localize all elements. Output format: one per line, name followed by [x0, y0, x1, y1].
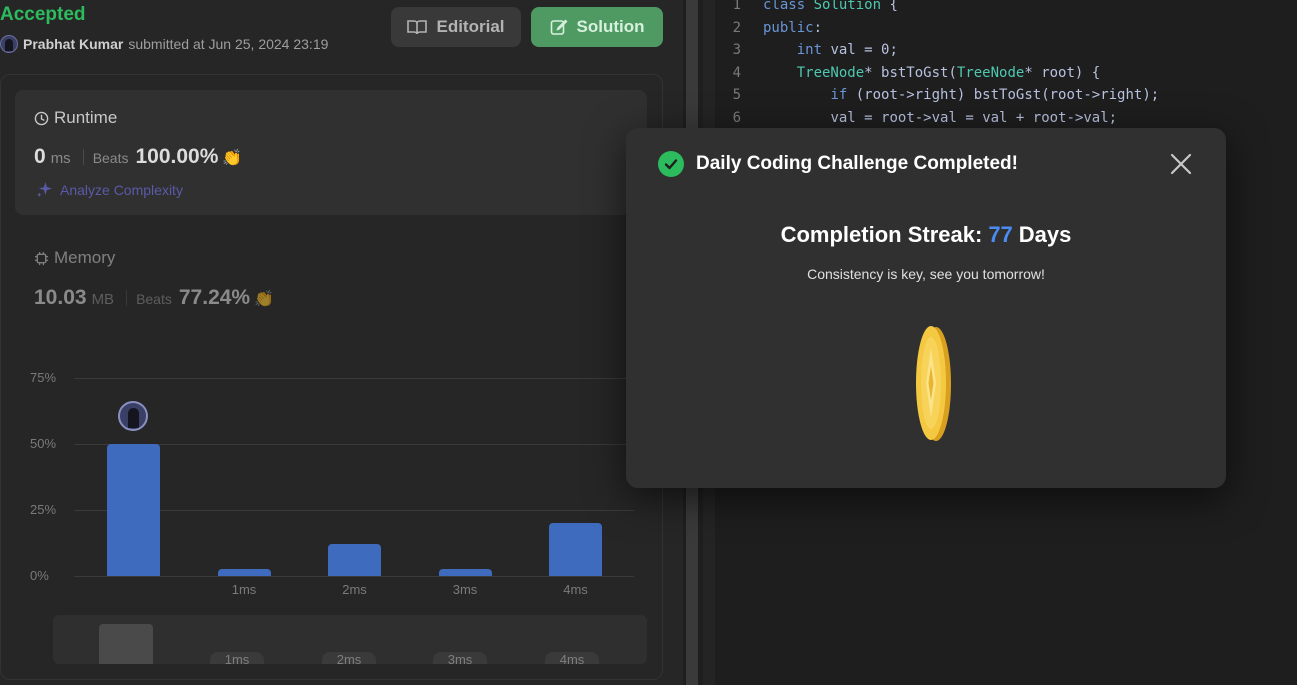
- memory-unit: MB: [91, 291, 115, 308]
- y-tick-label: 75%: [30, 370, 57, 385]
- code-line[interactable]: 5 if (root->right) bstToGst(root->right)…: [715, 84, 1160, 106]
- memory-stats: 10.03 MB Beats 77.24% 👏: [34, 286, 274, 310]
- chart-bar[interactable]: [328, 544, 381, 576]
- code-text: val = root->val = val + root->val;: [830, 109, 1118, 126]
- editorial-button[interactable]: Editorial: [391, 7, 521, 47]
- code-text: public:: [763, 19, 823, 36]
- user-name[interactable]: Prabhat Kumar: [23, 36, 123, 52]
- code-line[interactable]: 4 TreeNode* bstToGst(TreeNode* root) {: [715, 62, 1101, 84]
- code-text: TreeNode* bstToGst(TreeNode* root) {: [796, 64, 1101, 81]
- divider: [126, 290, 128, 306]
- modal-title: Daily Coding Challenge Completed!: [696, 153, 1018, 174]
- chart-gridline: [74, 576, 634, 577]
- solution-button[interactable]: Solution: [531, 7, 663, 47]
- streak-unit: Days: [1018, 222, 1072, 247]
- y-tick-label: 50%: [30, 436, 57, 451]
- streak-value: 77: [988, 222, 1013, 247]
- x-tick-label: 2ms: [342, 582, 367, 597]
- code-line[interactable]: 3 int val = 0;: [715, 39, 898, 61]
- x-tick-label: 1ms: [231, 582, 257, 597]
- runtime-beats-pct: 100.00%: [135, 145, 219, 168]
- submission-panel: Accepted Prabhat Kumar submitted at Jun …: [0, 0, 683, 685]
- y-tick-label: 0%: [30, 568, 49, 583]
- clock-icon: [34, 111, 49, 125]
- analyze-label: Analyze Complexity: [60, 181, 183, 198]
- line-number: 2: [732, 19, 741, 36]
- your-submission-avatar[interactable]: [118, 401, 148, 431]
- line-number: 4: [732, 64, 741, 81]
- code-text: if (root->right) bstToGst(root->right);: [830, 87, 1160, 103]
- runtime-unit: ms: [50, 150, 71, 167]
- mini-tick: 2ms: [322, 652, 376, 664]
- mini-chart[interactable]: 1ms 2ms 3ms 4ms: [53, 615, 647, 664]
- sparkle-icon: [36, 181, 53, 198]
- code-line[interactable]: 1 class Solution {: [715, 0, 898, 16]
- line-number: 5: [732, 87, 741, 103]
- solution-label: Solution: [576, 17, 645, 36]
- chart-bar[interactable]: [217, 569, 271, 576]
- edit-icon: [550, 19, 567, 35]
- line-number: 3: [732, 42, 741, 58]
- coin-icon: [916, 326, 951, 441]
- runtime-beats-label: Beats: [92, 150, 129, 166]
- book-icon: [407, 20, 428, 35]
- runtime-value: 0: [34, 145, 46, 168]
- close-icon[interactable]: [1168, 151, 1194, 177]
- memory-value: 10.03: [34, 286, 87, 309]
- divider: [82, 149, 84, 165]
- runtime-stats: 0 ms Beats 100.00% 👏: [34, 145, 242, 169]
- x-tick-label: 4ms: [563, 582, 588, 597]
- memory-label: Memory: [54, 248, 116, 267]
- memory-title: Memory: [34, 248, 115, 268]
- x-tick-label: 3ms: [452, 582, 478, 597]
- completion-streak: Completion Streak: 77 Days: [626, 222, 1226, 248]
- code-line[interactable]: 6 val = root->val = val + root->val;: [715, 107, 1118, 129]
- status-accepted: Accepted: [0, 4, 86, 25]
- mini-bar: [99, 624, 153, 664]
- check-circle-icon: [658, 151, 684, 177]
- chip-icon: [34, 251, 49, 265]
- y-tick-label: 25%: [30, 502, 57, 517]
- daily-challenge-modal: Daily Coding Challenge Completed! Comple…: [626, 128, 1226, 488]
- mini-tick: 4ms: [545, 652, 599, 664]
- code-text: class Solution {: [763, 0, 898, 13]
- editorial-label: Editorial: [436, 17, 505, 36]
- streak-label: Completion Streak:: [780, 222, 983, 247]
- avatar[interactable]: [0, 35, 18, 53]
- analyze-complexity-link[interactable]: Analyze Complexity: [36, 181, 183, 198]
- line-number: 6: [732, 109, 741, 126]
- code-line[interactable]: 2 public:: [715, 17, 822, 39]
- chart-gridline: [74, 378, 634, 379]
- mini-tick: 1ms: [210, 652, 264, 664]
- chart-bar[interactable]: [438, 569, 492, 576]
- submitter-info: Prabhat Kumar submitted at Jun 25, 2024 …: [0, 35, 328, 53]
- consistency-message: Consistency is key, see you tomorrow!: [807, 266, 1045, 282]
- clap-icon: 👏: [222, 150, 243, 167]
- runtime-title: Runtime: [34, 108, 117, 128]
- clap-icon: 👏: [254, 291, 275, 308]
- chart-bar[interactable]: [107, 444, 160, 576]
- mini-tick: 3ms: [433, 652, 487, 664]
- memory-beats-pct: 77.24%: [178, 286, 251, 309]
- submitted-time: submitted at Jun 25, 2024 23:19: [128, 36, 329, 52]
- code-text: int val = 0;: [796, 42, 898, 58]
- line-number: 1: [732, 0, 741, 13]
- chart-bar[interactable]: [549, 523, 602, 576]
- runtime-label: Runtime: [54, 108, 118, 127]
- memory-beats-label: Beats: [136, 291, 172, 307]
